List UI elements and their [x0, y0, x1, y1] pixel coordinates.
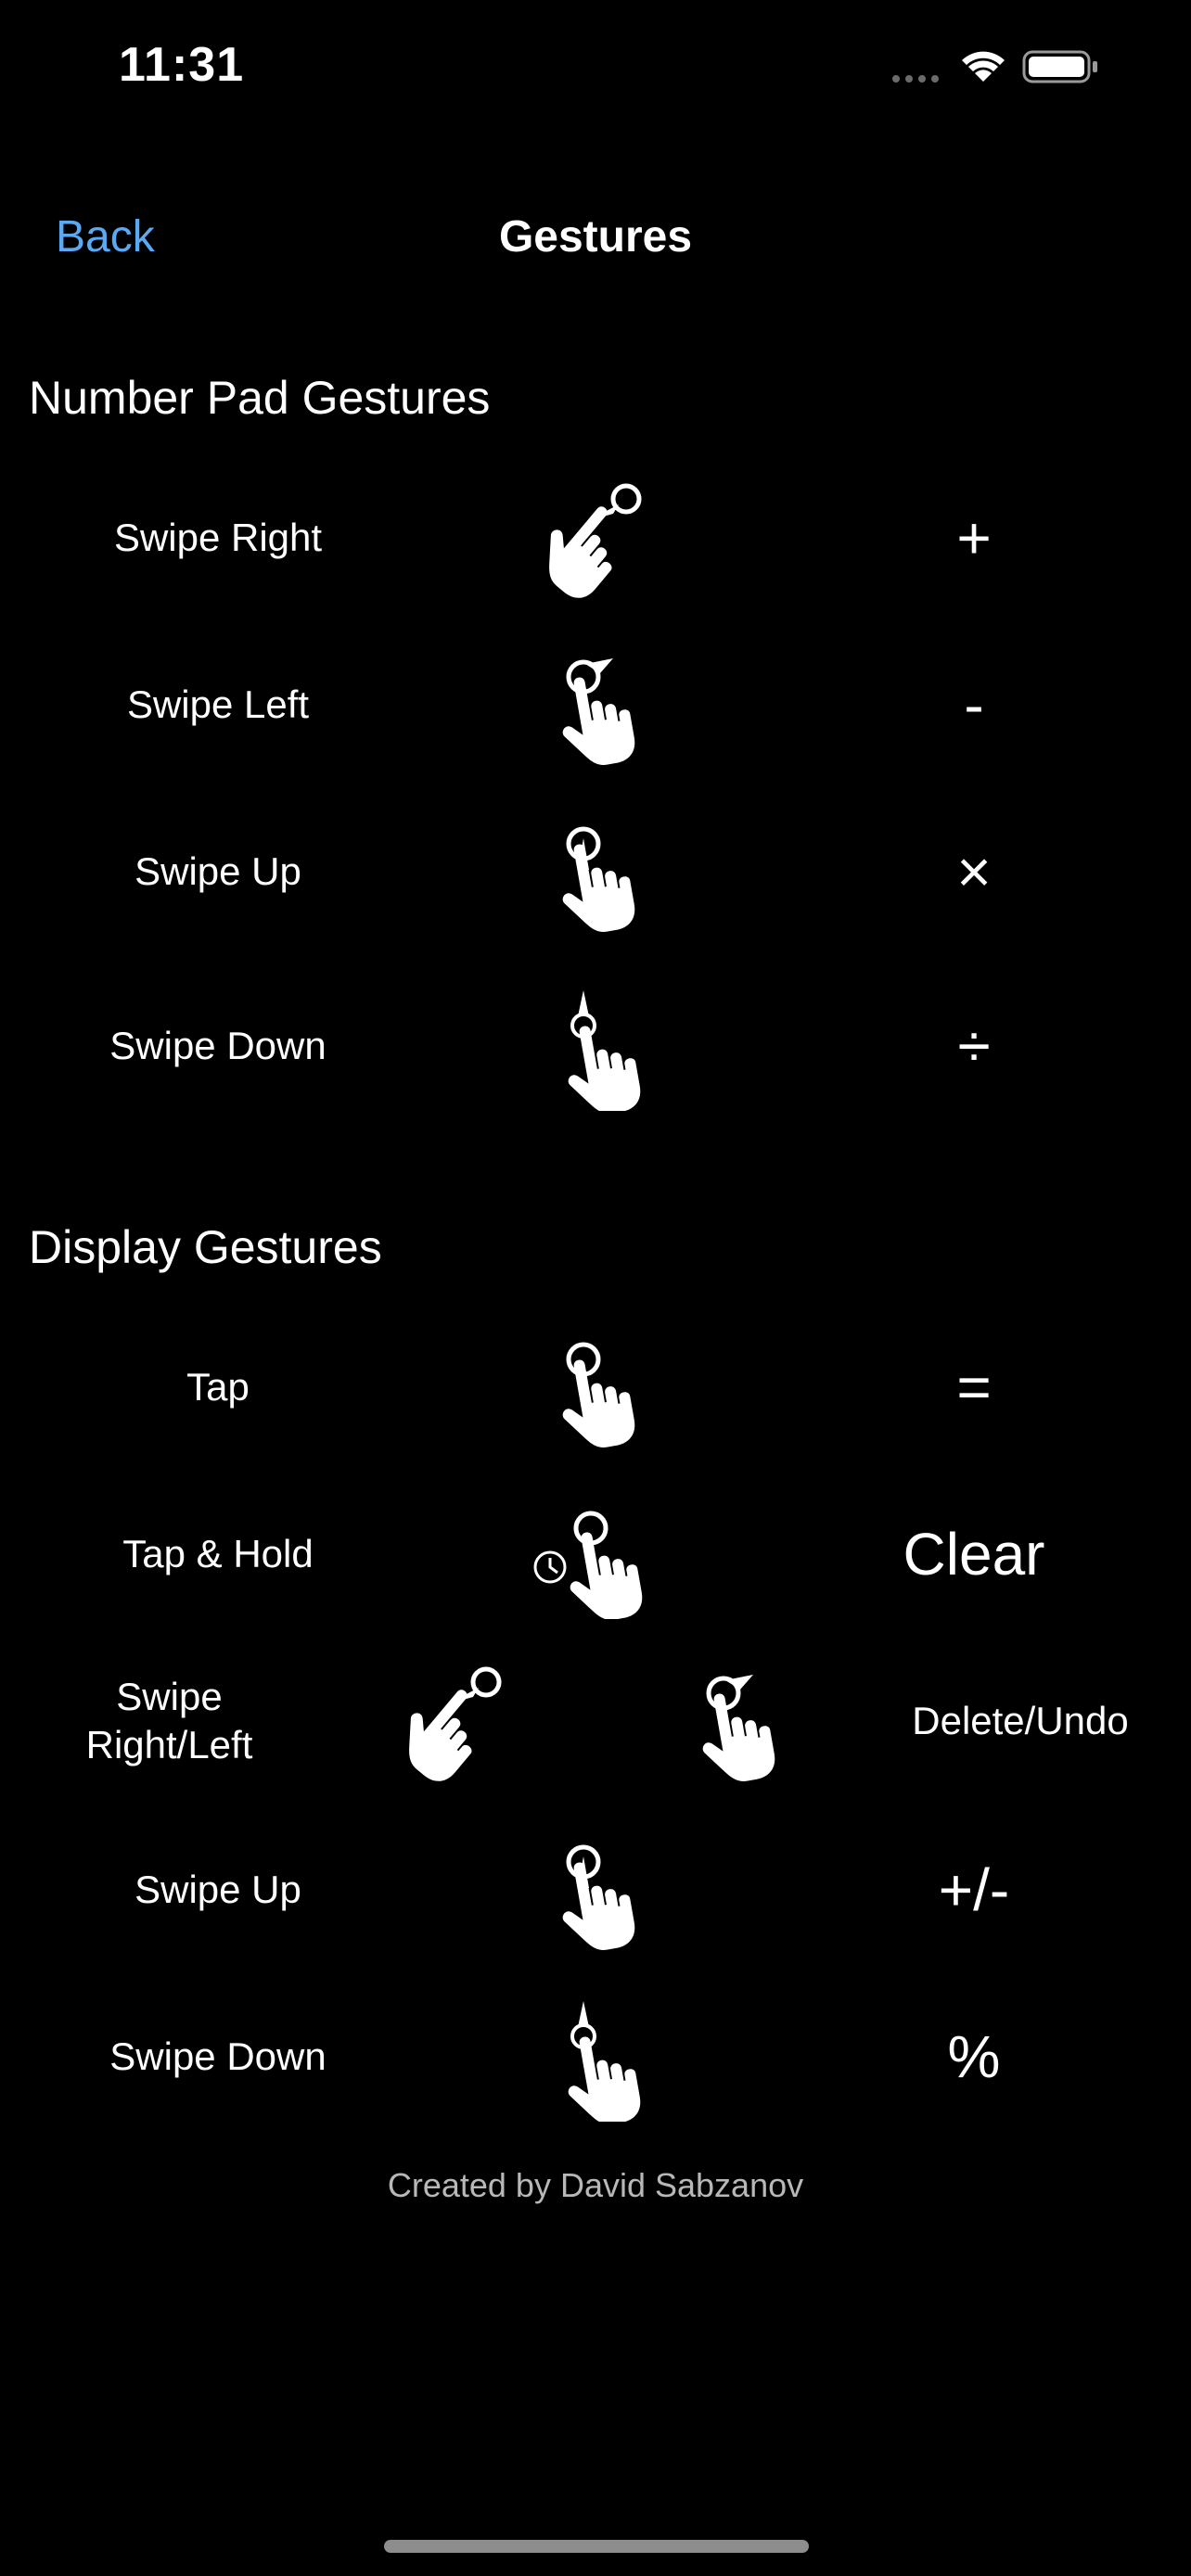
gesture-result: Clear [903, 1521, 1045, 1588]
page-title: Gestures [498, 212, 693, 261]
gesture-result: ÷ [957, 1013, 991, 1079]
footer-credit: Created by David Sabzanov [387, 2166, 804, 2204]
status-bar: 11:31 [0, 0, 1191, 139]
section-title-number-pad: Number Pad Gestures [29, 372, 491, 424]
gesture-result: × [956, 838, 992, 905]
gesture-label: Swipe Up [134, 849, 301, 893]
gesture-label-text: Swipe Right/Left [85, 1675, 253, 1766]
tap-hold-hand-icon [530, 1489, 660, 1626]
home-indicator[interactable] [384, 2540, 809, 2553]
gesture-label: Swipe Down [109, 2034, 327, 2078]
wifi-icon [962, 51, 1005, 82]
gesture-label: Swipe Left [126, 682, 310, 726]
gesture-label: Swipe Up [134, 1868, 301, 1911]
cellular-signal-icon [892, 75, 939, 83]
swipe-up-hand-icon [530, 1825, 660, 1957]
gesture-label: Swipe Down [109, 1024, 327, 1067]
status-time: 11:31 [119, 38, 245, 92]
gesture-result: % [947, 2023, 1001, 2090]
gesture-result: Delete/Undo [912, 1699, 1129, 1742]
gesture-label: Swipe Right [113, 516, 323, 559]
gesture-row-swipe-up: Swipe Up × [0, 797, 1191, 946]
gesture-row-swipe-right: Swipe Right + [0, 464, 1191, 612]
swipe-right-hand-icon [387, 1656, 519, 1790]
gesture-result: - [964, 671, 984, 738]
swipe-down-hand-icon [530, 1992, 660, 2131]
gesture-row-swipe-right-left: Swipe Right/Left Delete/Undo [0, 1647, 1191, 1795]
gesture-row-swipe-down: Swipe Down ÷ [0, 972, 1191, 1120]
status-icons [890, 46, 1113, 87]
gesture-row-swipe-left: Swipe Left - [0, 631, 1191, 779]
navigation-bar: Gestures Back [0, 185, 1191, 287]
back-button[interactable]: Back [56, 211, 155, 262]
gesture-row-tap-hold: Tap & Hold Clear [0, 1480, 1191, 1628]
swipe-up-hand-icon [530, 807, 660, 938]
gesture-label: Tap [186, 1365, 250, 1409]
swipe-right-hand-icon [527, 473, 660, 606]
section-title-display: Display Gestures [29, 1221, 382, 1273]
gesture-result: +/- [938, 1856, 1010, 1923]
swipe-down-hand-icon [530, 981, 660, 1120]
gesture-row-tap: Tap = [0, 1313, 1191, 1461]
gesture-label: Swipe Right/Left [28, 1673, 311, 1769]
swipe-left-hand-icon [670, 1656, 800, 1788]
gesture-result: = [956, 1354, 992, 1421]
swipe-left-hand-icon [530, 640, 660, 772]
gesture-label: Tap & Hold [122, 1532, 314, 1575]
tap-hand-icon [530, 1322, 660, 1454]
battery-icon [1022, 50, 1097, 83]
gesture-row-display-swipe-down: Swipe Down % [0, 1983, 1191, 2131]
gesture-result: + [956, 504, 992, 571]
gesture-row-display-swipe-up: Swipe Up +/- [0, 1816, 1191, 1964]
